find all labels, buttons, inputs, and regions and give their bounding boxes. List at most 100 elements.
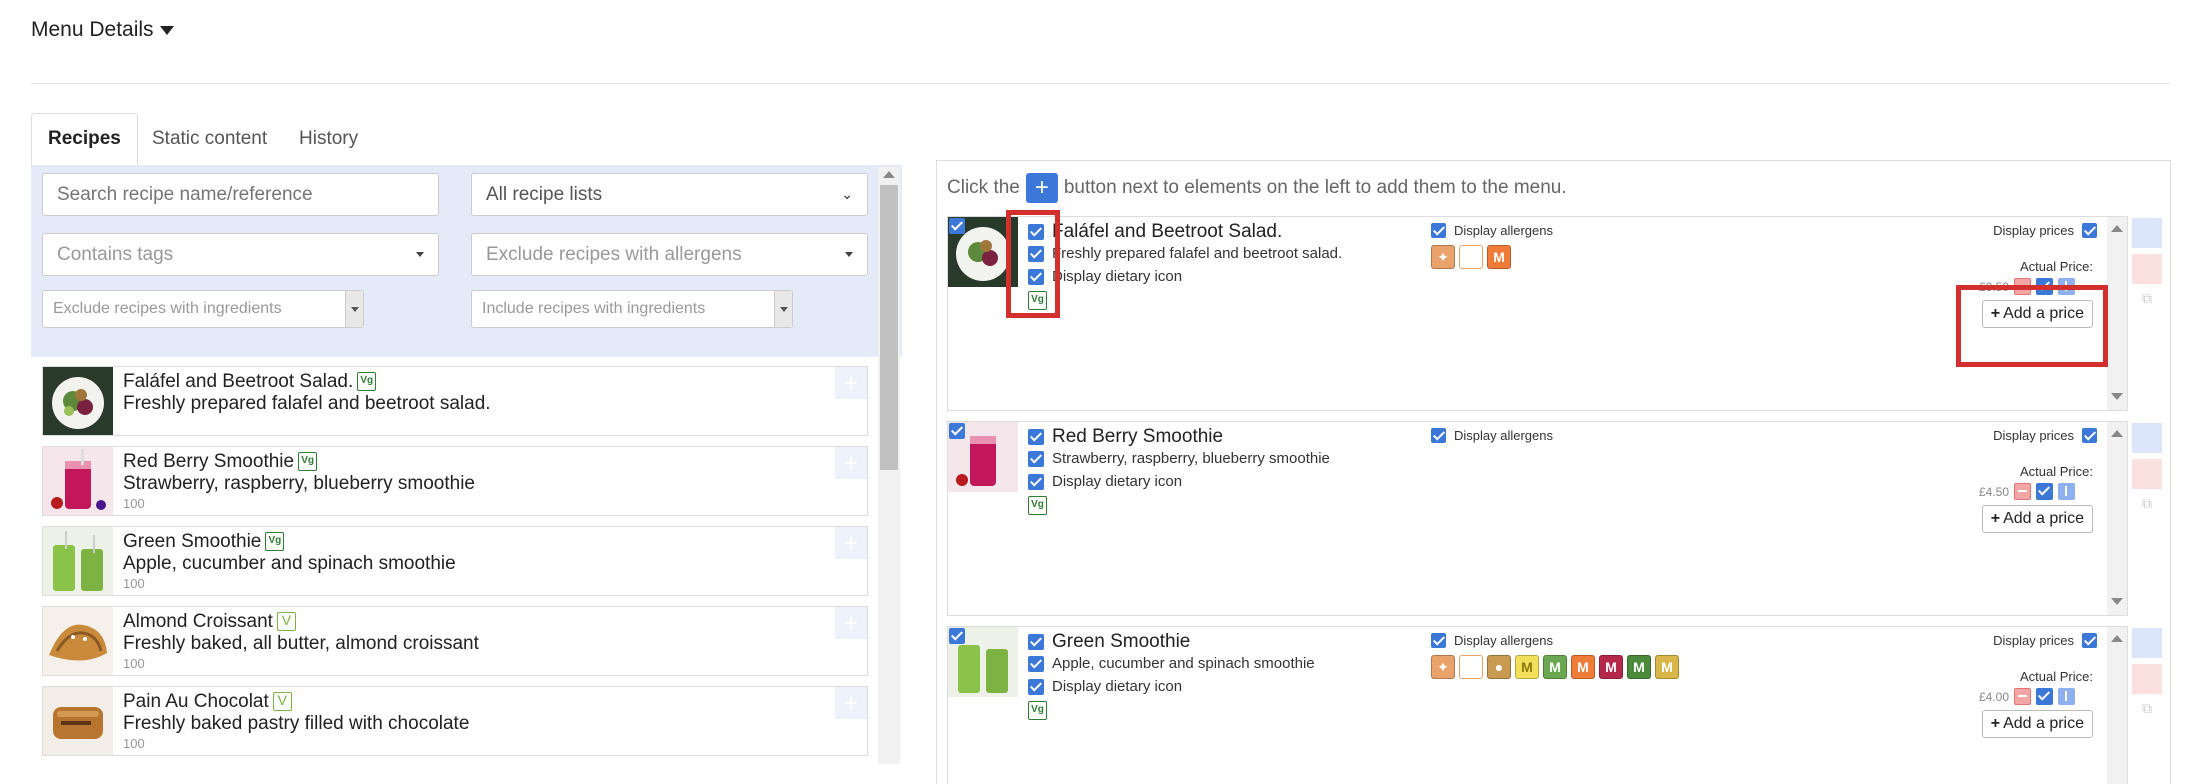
include-image-checkbox[interactable] (949, 218, 965, 234)
scroll-up-icon[interactable] (2111, 635, 2123, 642)
plus-icon: + (843, 447, 859, 478)
exclude-allergens-placeholder: Exclude recipes with allergens (486, 243, 742, 265)
add-recipe-button[interactable]: + (835, 687, 867, 719)
chevron-down-icon: ⌄ (841, 186, 853, 202)
recipe-thumbnail (43, 367, 113, 435)
scroll-up-icon[interactable] (2111, 430, 2123, 437)
display-dietary-icon-checkbox[interactable] (1028, 473, 1044, 490)
scroll-up-icon[interactable] (2111, 225, 2123, 232)
item-controls: ⧉ (2132, 218, 2162, 314)
remove-item-button[interactable] (2132, 459, 2162, 489)
copy-icon[interactable]: ⧉ (2132, 290, 2162, 314)
recipe-list-item[interactable]: Pain Au Chocolat V Freshly baked pastry f… (42, 686, 868, 756)
tab-recipes[interactable]: Recipes (31, 113, 138, 165)
include-ingredients-select[interactable]: Include recipes with ingredients (471, 290, 793, 328)
display-name-checkbox[interactable] (1028, 634, 1044, 650)
display-allergens-checkbox[interactable] (1431, 633, 1446, 648)
contains-tags-select[interactable]: Contains tags (42, 233, 439, 276)
menu-details-title: Menu Details (31, 18, 154, 41)
item-scrollbar[interactable] (2107, 627, 2127, 784)
milk-allergen-icon: M (1655, 655, 1679, 679)
display-name-checkbox[interactable] (1028, 429, 1044, 445)
scrollbar-thumb[interactable] (880, 185, 898, 470)
caret-down-icon (416, 252, 424, 257)
add-price-button[interactable]: + Add a price (1981, 505, 2093, 533)
plus-icon: + (1990, 510, 2001, 527)
recipe-description: Apple, cucumber and spinach smoothie (123, 553, 456, 574)
include-image-checkbox[interactable] (949, 628, 965, 644)
dropdown-button[interactable] (345, 291, 363, 327)
remove-price-icon[interactable] (2014, 483, 2031, 500)
exclude-allergens-select[interactable]: Exclude recipes with allergens (471, 233, 868, 276)
display-prices-checkbox[interactable] (2082, 633, 2097, 648)
recipe-code: 100 (123, 496, 145, 511)
milk-allergen-icon: M (1543, 655, 1567, 679)
remove-item-button[interactable] (2132, 664, 2162, 694)
include-image-checkbox[interactable] (949, 423, 965, 439)
vegetarian-icon: V (272, 692, 292, 712)
price-visible-checkbox[interactable] (2036, 483, 2053, 500)
exclude-ingredients-select[interactable]: Exclude recipes with ingredients (42, 290, 364, 328)
display-dietary-icon-label: Display dietary icon (1052, 268, 1183, 285)
add-price-button[interactable]: + Add a price (1981, 710, 2093, 738)
plus-icon: + (843, 607, 859, 638)
tab-history[interactable]: History (283, 113, 374, 165)
display-description-checkbox[interactable] (1028, 655, 1044, 672)
recipe-name-text: Green Smoothie (123, 531, 262, 552)
recipe-list-item[interactable]: Green Smoothie Vg Apple, cucumber and spi… (42, 526, 868, 596)
add-recipe-button[interactable]: + (835, 607, 867, 639)
menu-item[interactable]: Green Smoothie Apple, cucumber and spina… (947, 626, 2128, 784)
scroll-down-icon[interactable] (2111, 393, 2123, 400)
menu-item-description: Freshly prepared falafel and beetroot sa… (1052, 245, 1343, 262)
caret-down-icon (350, 306, 359, 312)
price-visible-checkbox[interactable] (2036, 688, 2053, 705)
display-prices-label: Display prices (1993, 633, 2074, 648)
vegan-icon: Vg (265, 532, 285, 552)
recipe-code: 100 (123, 656, 145, 671)
add-price-label: Add a price (2003, 510, 2084, 527)
display-description-checkbox[interactable] (1028, 450, 1044, 467)
recipe-code: 100 (123, 736, 145, 751)
gluten-allergen-icon: ✦ (1431, 245, 1455, 269)
recipe-list-item[interactable]: Almond Croissant V Freshly baked, all but… (42, 606, 868, 676)
display-prices-checkbox[interactable] (2082, 223, 2097, 238)
menu-item[interactable]: Faláfel and Beetroot Salad. Freshly prep… (947, 216, 2128, 411)
info-icon[interactable] (2058, 483, 2075, 500)
item-scrollbar[interactable] (2107, 217, 2127, 410)
caret-down-icon (159, 25, 174, 35)
menu-item[interactable]: Red Berry Smoothie Strawberry, raspberry… (947, 421, 2128, 616)
scroll-up-icon[interactable] (883, 171, 895, 178)
display-allergens-checkbox[interactable] (1431, 428, 1446, 443)
display-dietary-icon-checkbox[interactable] (1028, 678, 1044, 695)
recipe-list-item[interactable]: Red Berry Smoothie Vg Strawberry, raspber… (42, 446, 868, 516)
tab-static-content[interactable]: Static content (136, 113, 283, 165)
display-prices-checkbox[interactable] (2082, 428, 2097, 443)
vegan-icon: Vg (1028, 496, 1047, 515)
vegan-icon: Vg (357, 372, 377, 392)
menu-item-description: Apple, cucumber and spinach smoothie (1052, 655, 1315, 672)
menu-details-toggle[interactable]: Menu Details (31, 18, 174, 42)
add-recipe-button[interactable]: + (835, 447, 867, 479)
remove-price-icon[interactable] (2014, 688, 2031, 705)
copy-icon[interactable]: ⧉ (2132, 700, 2162, 724)
milk-allergen-icon: M (1571, 655, 1595, 679)
remove-item-button[interactable] (2132, 254, 2162, 284)
add-recipe-button[interactable]: + (835, 367, 867, 399)
add-recipe-button[interactable]: + (835, 527, 867, 559)
dropdown-button[interactable] (774, 291, 792, 327)
recipe-list-select[interactable]: All recipe lists ⌄ (471, 173, 868, 216)
allergen-icons: ✦ M (1431, 245, 1511, 269)
copy-icon[interactable]: ⧉ (2132, 495, 2162, 519)
milk-allergen-icon: M (1487, 245, 1511, 269)
move-item-button[interactable] (2132, 218, 2162, 248)
recipe-list-item[interactable]: Faláfel and Beetroot Salad. Vg Freshly pr… (42, 366, 868, 436)
item-scrollbar[interactable] (2107, 422, 2127, 615)
display-allergens-label: Display allergens (1454, 223, 1553, 238)
scroll-down-icon[interactable] (2111, 598, 2123, 605)
milk-allergen-icon: M (1627, 655, 1651, 679)
move-item-button[interactable] (2132, 423, 2162, 453)
info-icon[interactable] (2058, 688, 2075, 705)
search-input[interactable] (42, 173, 439, 216)
move-item-button[interactable] (2132, 628, 2162, 658)
display-allergens-checkbox[interactable] (1431, 223, 1446, 238)
